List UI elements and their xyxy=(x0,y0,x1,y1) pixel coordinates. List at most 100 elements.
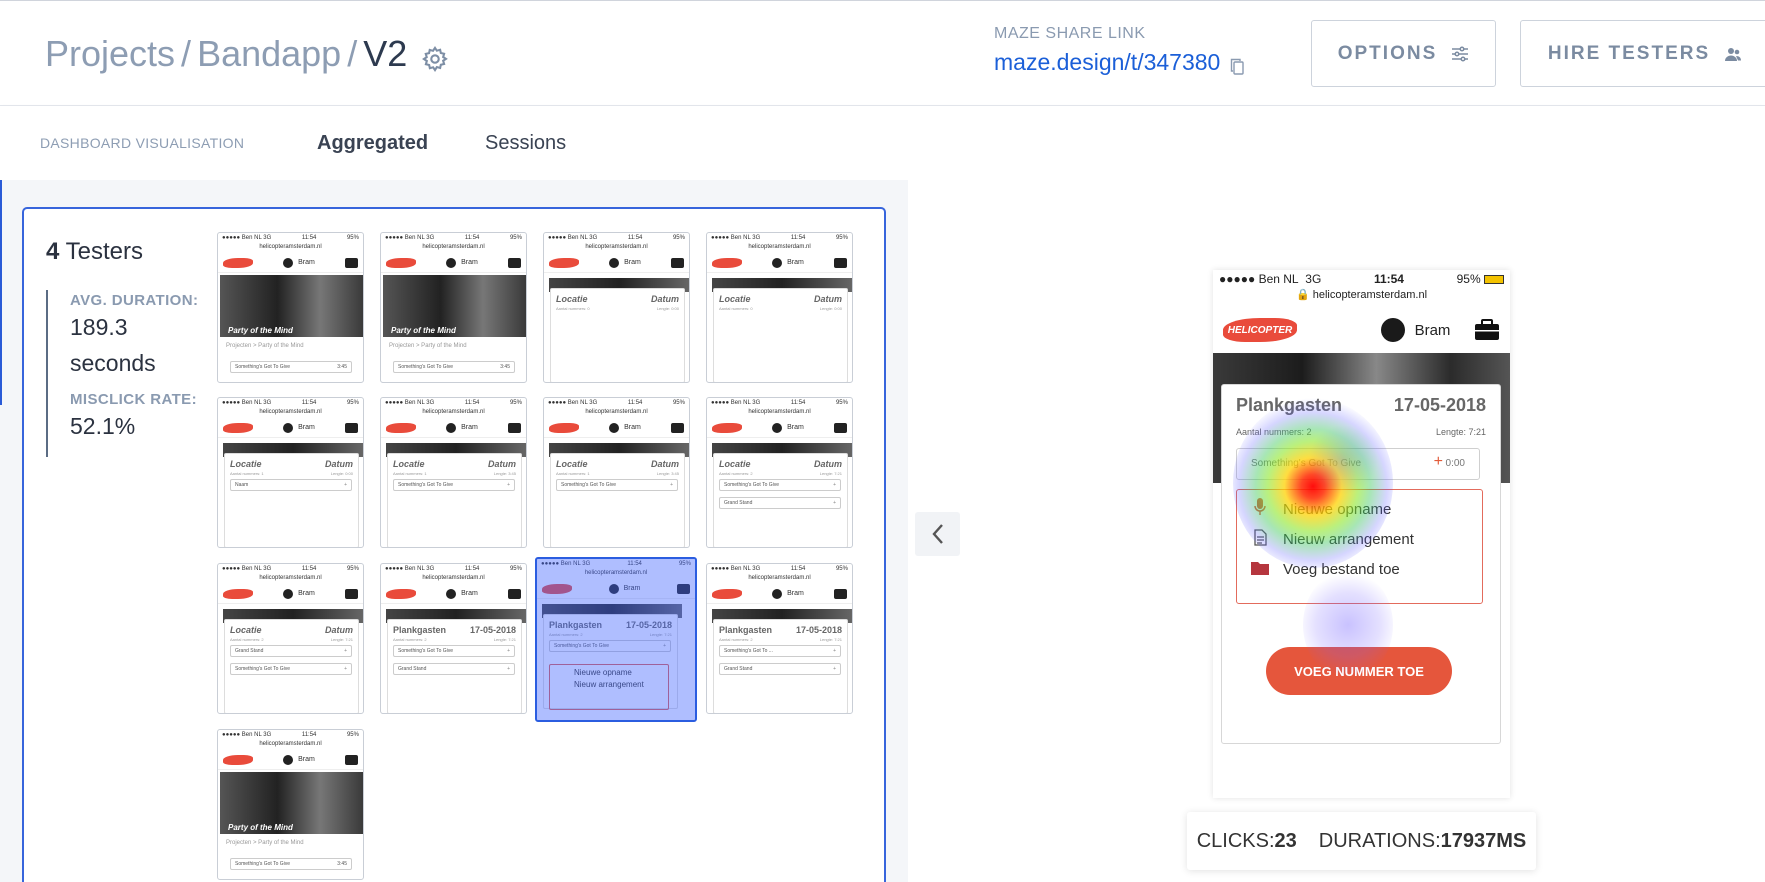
avatar xyxy=(608,583,619,594)
screen-thumbnail[interactable]: ●●●●● Ben NL 3G 11:54 95% helicopteramster… xyxy=(380,232,527,383)
briefcase-icon xyxy=(833,257,847,268)
menu-item-add-file-label: Voeg bestand toe xyxy=(1283,560,1400,578)
carrier: ●●●●● Ben NL xyxy=(385,235,425,241)
song-count: Aantal nummers: 2 xyxy=(549,632,583,637)
screen-thumbnail[interactable]: ●●●●● Ben NL 3G 11:54 95% helicopteramster… xyxy=(217,397,364,548)
thumb-app-header: Bram xyxy=(381,584,526,604)
misclick-rate-value: 52.1% xyxy=(70,413,136,439)
battery-level: 95% xyxy=(835,566,848,572)
song-row: Something's Got To Give 3:45 xyxy=(230,361,352,373)
screen-thumbnail[interactable]: ●●●●● Ben NL 3G 11:54 95% helicopteramster… xyxy=(706,563,853,714)
menu-item-new-arrangement-label: Nieuw arrangement xyxy=(1283,530,1414,548)
song-count: Aantal nummers: 1 xyxy=(393,471,427,476)
total-length: Lengte: 0:00 xyxy=(656,306,679,311)
durations-value: 17937MS xyxy=(1440,829,1527,852)
total-length: Lengte: 3:45 xyxy=(493,471,516,476)
url-text: helicopteramsterdam.nl xyxy=(585,244,648,250)
carrier: ●●●●● Ben NL xyxy=(711,400,751,406)
user-name: Bram xyxy=(298,259,315,266)
gig-date: Datum xyxy=(650,459,679,469)
thumb-app-header: Bram xyxy=(544,253,689,273)
user-name: Bram xyxy=(461,590,478,597)
thumb-breadcrumb: Projecten > Party of the Mind xyxy=(226,840,304,846)
url-text: helicopteramsterdam.nl xyxy=(584,570,648,576)
gig-date: 17-05-2018 xyxy=(469,625,516,635)
avatar xyxy=(283,588,294,599)
hire-testers-button[interactable]: HIRE TESTERS xyxy=(1520,20,1765,87)
briefcase-icon xyxy=(344,257,358,268)
screen-thumbnail[interactable]: ●●●●● Ben NL 3G 11:54 95% helicopteramster… xyxy=(217,729,364,880)
share-link[interactable]: maze.design/t/347380 xyxy=(994,49,1245,76)
screen-thumbnail[interactable]: ●●●●● Ben NL 3G 11:54 95% helicopteramster… xyxy=(535,557,697,722)
screen-thumbnail[interactable]: ●●●●● Ben NL 3G 11:54 95% helicopteramster… xyxy=(217,232,364,383)
testers-count: 4 Testers xyxy=(46,238,143,266)
user-menu: Bram xyxy=(283,588,315,599)
helicopter-logo xyxy=(712,588,742,599)
clock: 11:54 xyxy=(627,235,643,241)
network: 3G xyxy=(752,235,761,241)
plus-icon: + xyxy=(507,648,510,654)
gig-title: Locatie xyxy=(719,459,751,469)
gig-title: Plankgasten xyxy=(719,625,773,635)
user-menu: Bram xyxy=(1380,318,1450,342)
song-name: Grand Stand xyxy=(724,666,753,672)
clock: 11:54 xyxy=(464,235,480,241)
avatar xyxy=(283,754,294,765)
gig-title: Locatie xyxy=(719,294,751,304)
thumb-url: helicopteramsterdam.nl xyxy=(381,575,526,584)
song-row: Something's Got To Give + xyxy=(549,640,671,652)
tab-sessions[interactable]: Sessions xyxy=(485,132,566,155)
tab-aggregated[interactable]: Aggregated xyxy=(317,132,428,155)
network: 3G xyxy=(426,400,435,406)
gig-title: Locatie xyxy=(393,459,425,469)
briefcase-icon xyxy=(344,422,358,433)
song-count: Aantal nummers: 2 xyxy=(719,637,753,642)
thumb-status-bar: ●●●●● Ben NL 3G 11:54 95% xyxy=(218,398,363,409)
screen-thumbnail[interactable]: ●●●●● Ben NL 3G 11:54 95% helicopteramster… xyxy=(380,563,527,714)
breadcrumb-current: V2 xyxy=(363,33,408,74)
avatar xyxy=(283,422,294,433)
screen-thumbnail[interactable]: ●●●●● Ben NL 3G 11:54 95% helicopteramster… xyxy=(217,563,364,714)
gig-card-header: Locatie Datum xyxy=(551,454,684,469)
thumb-status-bar: ●●●●● Ben NL 3G 11:54 95% xyxy=(218,564,363,575)
total-length: Lengte: 7:21 xyxy=(649,632,672,637)
screen-thumbnail[interactable]: ●●●●● Ben NL 3G 11:54 95% helicopteramster… xyxy=(706,397,853,548)
clock: 11:54 xyxy=(627,400,643,406)
copy-icon[interactable] xyxy=(1230,54,1245,75)
url-text: helicopteramsterdam.nl xyxy=(748,244,811,250)
breadcrumb-bandapp[interactable]: Bandapp xyxy=(197,33,341,75)
share-link-url[interactable]: maze.design/t/347380 xyxy=(994,49,1220,76)
url-text: helicopteramsterdam.nl xyxy=(748,409,811,415)
battery-level: 95% xyxy=(672,235,685,241)
user-name: Bram xyxy=(787,424,804,431)
user-menu: Bram xyxy=(446,257,478,268)
song-row: Something's Got To Give + xyxy=(393,645,515,657)
screen-thumbnail[interactable]: ●●●●● Ben NL 3G 11:54 95% helicopteramster… xyxy=(706,232,853,383)
url-text: helicopteramsterdam.nl xyxy=(259,575,322,581)
battery-level: 95% xyxy=(346,566,359,572)
user-name: Bram xyxy=(298,424,315,431)
url-text: helicopteramsterdam.nl xyxy=(422,244,485,250)
gig-card-meta: Aantal nummers: 2 Lengte: 7:21 xyxy=(714,469,847,478)
network: 3G xyxy=(426,566,435,572)
user-menu: Bram xyxy=(772,257,804,268)
options-button[interactable]: OPTIONS xyxy=(1311,20,1496,87)
thumb-url: helicopteramsterdam.nl xyxy=(381,409,526,418)
previous-screen-button[interactable] xyxy=(915,512,960,556)
screen-thumbnail[interactable]: ●●●●● Ben NL 3G 11:54 95% helicopteramster… xyxy=(543,232,690,383)
user-name: Bram xyxy=(787,590,804,597)
song-row: Grand Stand + xyxy=(719,663,841,675)
screen-thumbnail[interactable]: ●●●●● Ben NL 3G 11:54 95% helicopteramster… xyxy=(380,397,527,548)
song-name: Grand Stand xyxy=(398,666,427,672)
gig-card: Locatie Datum Aantal nummers: 1 Lengte: 3:… xyxy=(387,453,522,547)
song-count: Aantal nummers: 2 xyxy=(393,637,427,642)
screen-thumbnail[interactable]: ●●●●● Ben NL 3G 11:54 95% helicopteramster… xyxy=(543,397,690,548)
battery-level: 95% xyxy=(678,561,691,567)
breadcrumb-projects[interactable]: Projects xyxy=(45,33,175,75)
avatar xyxy=(609,257,620,268)
gear-icon[interactable] xyxy=(421,40,449,73)
briefcase-icon xyxy=(507,588,521,599)
carrier: ●●●●● Ben NL xyxy=(541,561,581,567)
gig-card: Plankgasten 17-05-2018 Aantal nummers: 2 L… xyxy=(543,614,678,709)
gig-date: 17-05-2018 xyxy=(795,625,842,635)
